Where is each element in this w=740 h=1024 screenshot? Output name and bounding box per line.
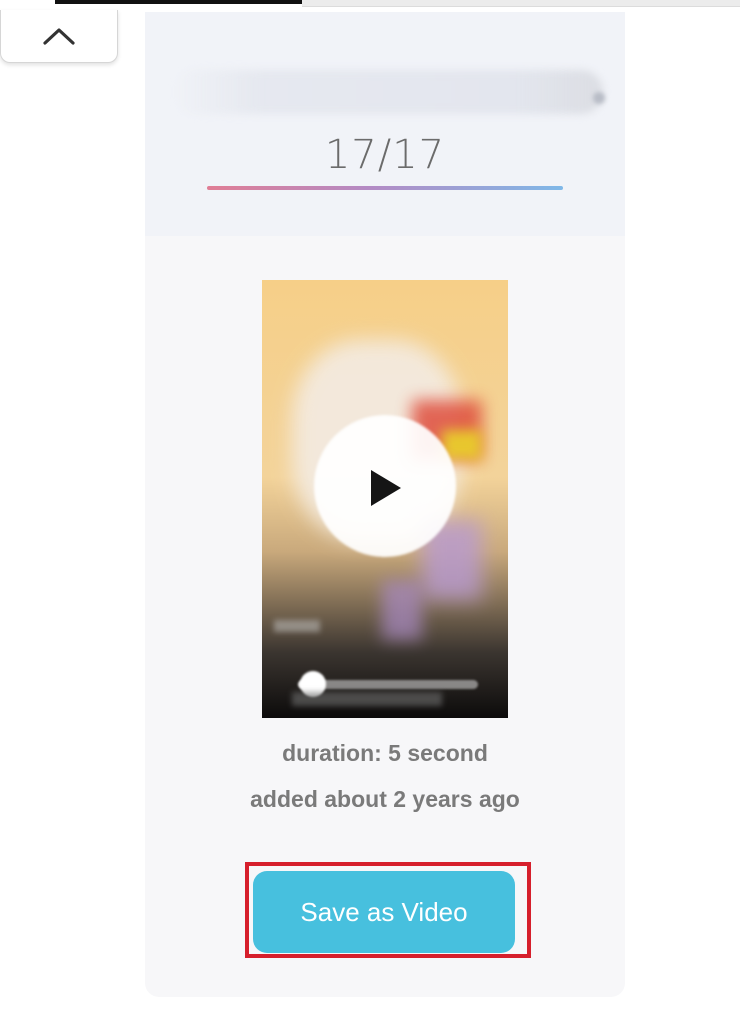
item-counter: 17/17 — [324, 132, 446, 178]
blurred-dot — [593, 92, 605, 104]
video-duration: duration: 5 second — [282, 740, 488, 766]
play-icon — [371, 470, 401, 506]
chevron-up-icon — [43, 28, 75, 45]
thumbnail-text-blur — [274, 620, 320, 632]
thumbnail-blur — [382, 580, 422, 640]
video-card: 17/17 duration: 5 second added about 2 y… — [145, 12, 625, 997]
video-thumbnail[interactable] — [262, 280, 508, 718]
collapse-button[interactable] — [0, 10, 118, 63]
blurred-title — [173, 70, 603, 114]
save-as-video-button[interactable]: Save as Video — [253, 871, 515, 953]
video-added-date: added about 2 years ago — [250, 786, 520, 812]
counter-underline — [207, 186, 563, 190]
thumbnail-caption-blur — [292, 692, 442, 706]
top-status-bar — [55, 0, 302, 4]
top-divider — [302, 0, 740, 7]
card-header: 17/17 — [145, 12, 625, 236]
